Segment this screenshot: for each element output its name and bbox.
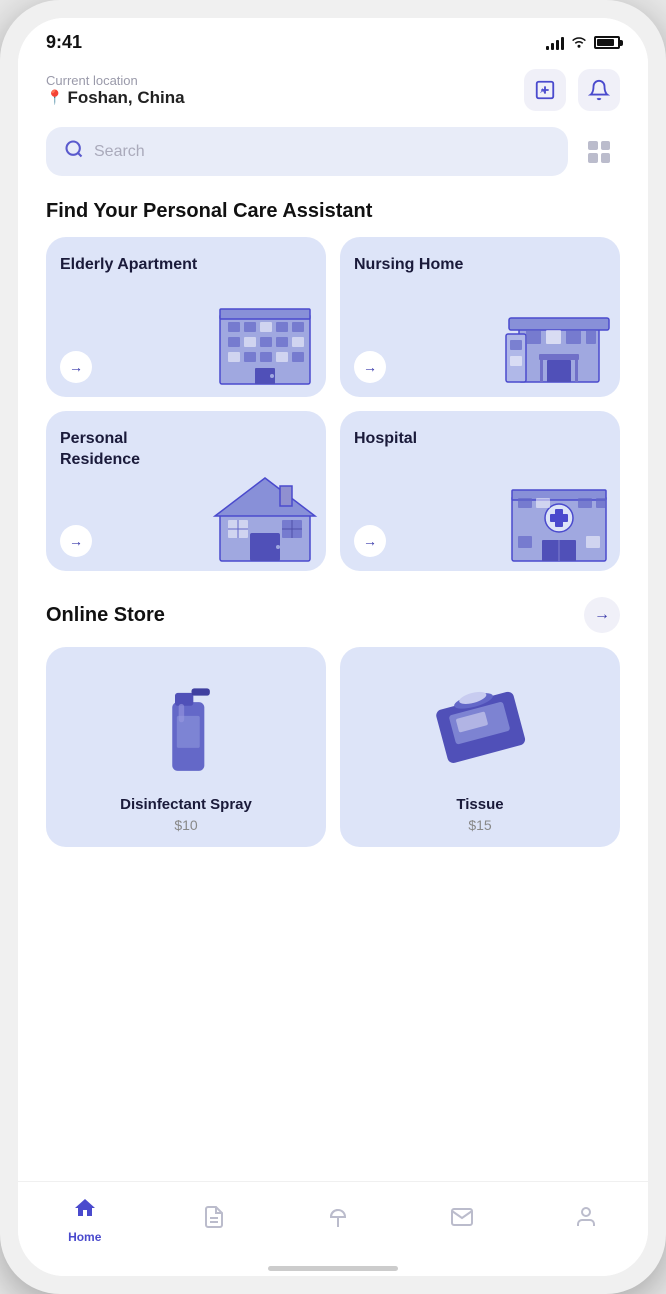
elderly-apartment-card[interactable]: Elderly Apartment → [46,237,326,397]
grid-icon [588,141,610,163]
hospital-title: Hospital [354,429,505,450]
nav-documents[interactable] [188,1201,240,1239]
nav-mail[interactable] [436,1201,488,1239]
nav-home-label: Home [68,1230,101,1244]
plant-icon [326,1205,350,1235]
nav-profile[interactable] [560,1201,612,1239]
bottom-nav: Home [18,1181,648,1268]
svg-text:A: A [540,88,545,95]
nursing-home-title: Nursing Home [354,255,505,276]
store-grid: Disinfectant Spray $10 [18,647,648,847]
search-placeholder: Search [94,143,145,161]
online-store-title: Online Store [46,604,165,627]
signal-icon [546,36,564,50]
nav-home[interactable]: Home [54,1192,115,1248]
profile-icon [574,1205,598,1235]
elderly-apartment-title: Elderly Apartment [60,255,211,276]
personal-residence-arrow[interactable]: → [60,525,92,557]
tissue-name: Tissue [456,796,503,813]
documents-icon [202,1205,226,1235]
care-section-title: Find Your Personal Care Assistant [18,192,648,237]
battery-icon [594,36,620,49]
tissue-card[interactable]: Tissue $15 [340,647,620,847]
hospital-illustration [504,468,614,563]
home-indicator [18,1268,648,1276]
disinfectant-spray-name: Disinfectant Spray [120,796,252,813]
personal-residence-title: Personal Residence [60,429,211,471]
search-row: Search [46,127,620,176]
header-section: Current location 📍 Foshan, China A [18,59,648,192]
mail-icon [450,1205,474,1235]
nav-plant[interactable] [312,1201,364,1239]
header-actions: A [524,69,620,111]
tissue-price: $15 [468,817,491,833]
hospital-card[interactable]: Hospital → [340,411,620,571]
city-display: 📍 Foshan, China [46,88,185,108]
wifi-icon [570,34,588,51]
nursing-home-card[interactable]: Nursing Home → [340,237,620,397]
search-icon [64,139,84,164]
hospital-arrow[interactable]: → [354,525,386,557]
elderly-apartment-illustration [210,294,320,389]
notification-button[interactable] [578,69,620,111]
nursing-home-arrow[interactable]: → [354,351,386,383]
location-label: Current location [46,73,185,88]
app-content: Current location 📍 Foshan, China A [18,59,648,1181]
location-text: Current location 📍 Foshan, China [46,73,185,108]
search-bar[interactable]: Search [46,127,568,176]
translate-button[interactable]: A [524,69,566,111]
time-display: 9:41 [46,32,82,53]
location-row: Current location 📍 Foshan, China A [46,69,620,111]
status-bar: 9:41 [18,18,648,59]
pin-icon: 📍 [46,89,63,106]
disinfectant-spray-image [60,663,312,786]
home-bar [268,1266,398,1271]
nursing-home-illustration [504,294,614,389]
care-cards-grid: Elderly Apartment → [18,237,648,571]
elderly-apartment-arrow[interactable]: → [60,351,92,383]
status-icons [546,34,620,51]
store-see-all-button[interactable]: → [584,597,620,633]
home-icon [73,1196,97,1226]
grid-toggle-button[interactable] [578,131,620,173]
online-store-header: Online Store → [18,577,648,647]
phone-screen: 9:41 [18,18,648,1276]
personal-residence-illustration [210,468,320,563]
disinfectant-spray-card[interactable]: Disinfectant Spray $10 [46,647,326,847]
disinfectant-spray-price: $10 [174,817,197,833]
personal-residence-card[interactable]: Personal Residence → [46,411,326,571]
phone-shell: 9:41 [0,0,666,1294]
tissue-image [354,663,606,786]
